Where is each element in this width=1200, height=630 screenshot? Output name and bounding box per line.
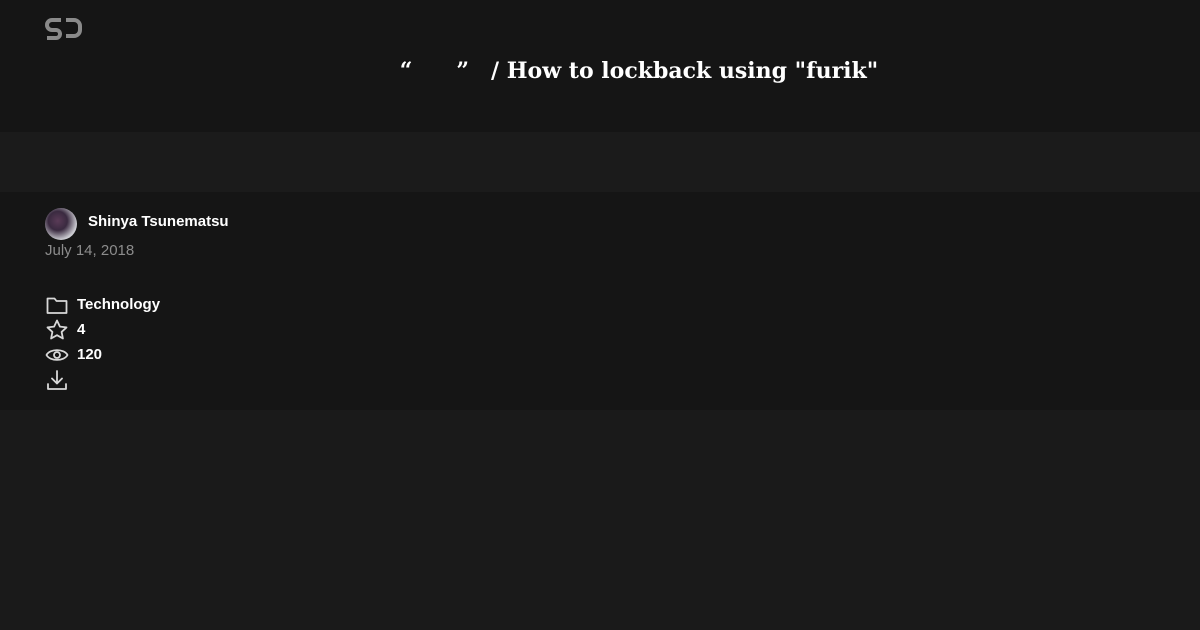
slide-area: [0, 132, 1200, 192]
download-row[interactable]: [45, 368, 69, 392]
header: “ ” / How to lockback using "furik": [0, 0, 1200, 132]
avatar[interactable]: [45, 208, 77, 240]
footer-area: [0, 410, 1200, 630]
views-row: 120: [45, 343, 102, 367]
author-name[interactable]: Shinya Tsunematsu: [88, 212, 229, 232]
folder-icon: [45, 293, 69, 317]
star-icon[interactable]: [45, 318, 69, 342]
stars-count: 4: [77, 321, 86, 338]
speakerdeck-logo[interactable]: [45, 16, 83, 40]
eye-icon: [45, 343, 69, 367]
stars-row[interactable]: 4: [45, 318, 85, 342]
views-count: 120: [77, 346, 103, 363]
category-row[interactable]: Technology: [45, 293, 160, 317]
page-title: “ ” / How to lockback using "furik": [399, 58, 879, 84]
category-label[interactable]: Technology: [77, 295, 160, 315]
download-icon[interactable]: [45, 368, 69, 392]
publish-date: July 14, 2018: [45, 242, 135, 259]
